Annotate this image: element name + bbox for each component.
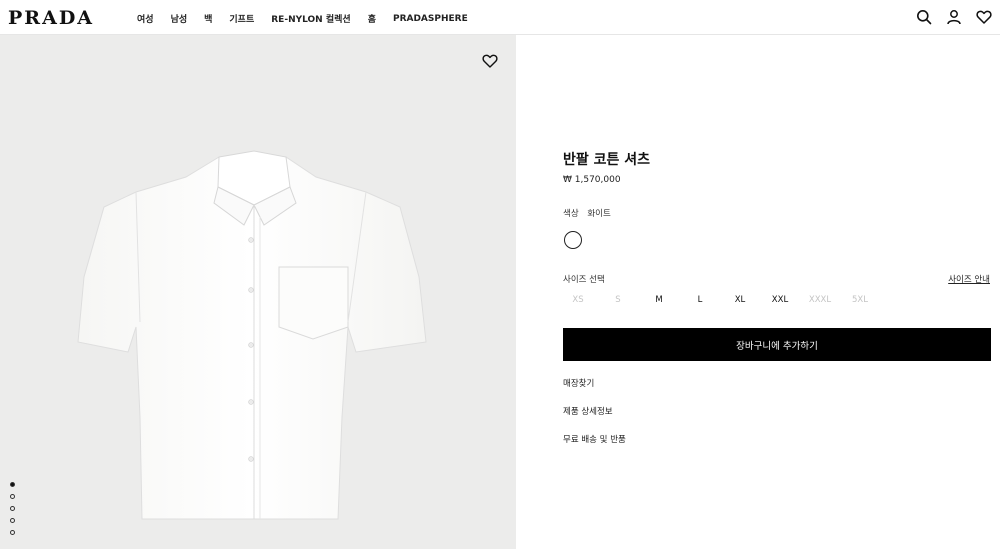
color-value: 화이트 bbox=[587, 209, 611, 219]
product-details-panel: 반팔 코튼 셔츠 ₩ 1,570,000 색상 화이트 사이즈 선택 사이즈 안… bbox=[516, 35, 1000, 549]
search-icon[interactable] bbox=[916, 9, 932, 25]
size-select-label: 사이즈 선택 bbox=[563, 275, 605, 285]
find-store-link[interactable]: 매장찾기 bbox=[563, 377, 594, 389]
product-image bbox=[77, 150, 427, 520]
header-icons bbox=[902, 9, 992, 25]
color-row: 색상 화이트 bbox=[563, 207, 611, 219]
gallery-dot[interactable] bbox=[10, 530, 15, 535]
product-details-link[interactable]: 제품 상세정보 bbox=[563, 405, 613, 417]
gallery-pagination bbox=[10, 482, 15, 542]
main-nav: 여성 남성 백 기프트 RE-NYLON 컬렉션 홈 PRADASPHERE bbox=[137, 12, 485, 26]
product-gallery[interactable] bbox=[0, 35, 516, 549]
color-swatch-white[interactable] bbox=[564, 231, 582, 249]
color-label: 색상 bbox=[563, 209, 579, 219]
nav-item-women[interactable]: 여성 bbox=[137, 12, 154, 25]
size-option-s[interactable]: S bbox=[598, 295, 638, 305]
nav-item-gifts[interactable]: 기프트 bbox=[229, 12, 254, 25]
product-title: 반팔 코튼 셔츠 bbox=[563, 152, 651, 168]
size-guide-link[interactable]: 사이즈 안내 bbox=[948, 273, 990, 285]
gallery-dot[interactable] bbox=[10, 518, 15, 523]
nav-item-home[interactable]: 홈 bbox=[368, 12, 376, 25]
gallery-dot[interactable] bbox=[10, 482, 15, 487]
shipping-returns-link[interactable]: 무료 배송 및 반품 bbox=[563, 433, 626, 445]
wishlist-icon[interactable] bbox=[976, 9, 992, 25]
size-options: XS S M L XL XXL XXXL 5XL bbox=[563, 295, 903, 307]
size-option-5xl[interactable]: 5XL bbox=[840, 295, 880, 305]
nav-item-men[interactable]: 남성 bbox=[171, 12, 188, 25]
product-price: ₩ 1,570,000 bbox=[563, 175, 621, 185]
size-option-xxl[interactable]: XXL bbox=[760, 295, 800, 305]
size-option-m[interactable]: M bbox=[639, 295, 679, 305]
add-to-cart-button[interactable]: 장바구니에 추가하기 bbox=[563, 328, 991, 361]
size-option-l[interactable]: L bbox=[680, 295, 720, 305]
size-option-xs[interactable]: XS bbox=[558, 295, 598, 305]
gallery-dot[interactable] bbox=[10, 494, 15, 499]
site-header: PRADA 여성 남성 백 기프트 RE-NYLON 컬렉션 홈 PRADASP… bbox=[0, 0, 1000, 35]
gallery-dot[interactable] bbox=[10, 506, 15, 511]
prada-logo[interactable]: PRADA bbox=[8, 7, 94, 29]
account-icon[interactable] bbox=[946, 9, 962, 25]
nav-item-bags[interactable]: 백 bbox=[204, 12, 212, 25]
add-to-wishlist-icon[interactable] bbox=[482, 53, 498, 69]
nav-item-re-nylon[interactable]: RE-NYLON 컬렉션 bbox=[271, 12, 350, 25]
size-option-xxxl[interactable]: XXXL bbox=[800, 295, 840, 305]
size-option-xl[interactable]: XL bbox=[720, 295, 760, 305]
nav-item-pradasphere[interactable]: PRADASPHERE bbox=[393, 14, 468, 24]
